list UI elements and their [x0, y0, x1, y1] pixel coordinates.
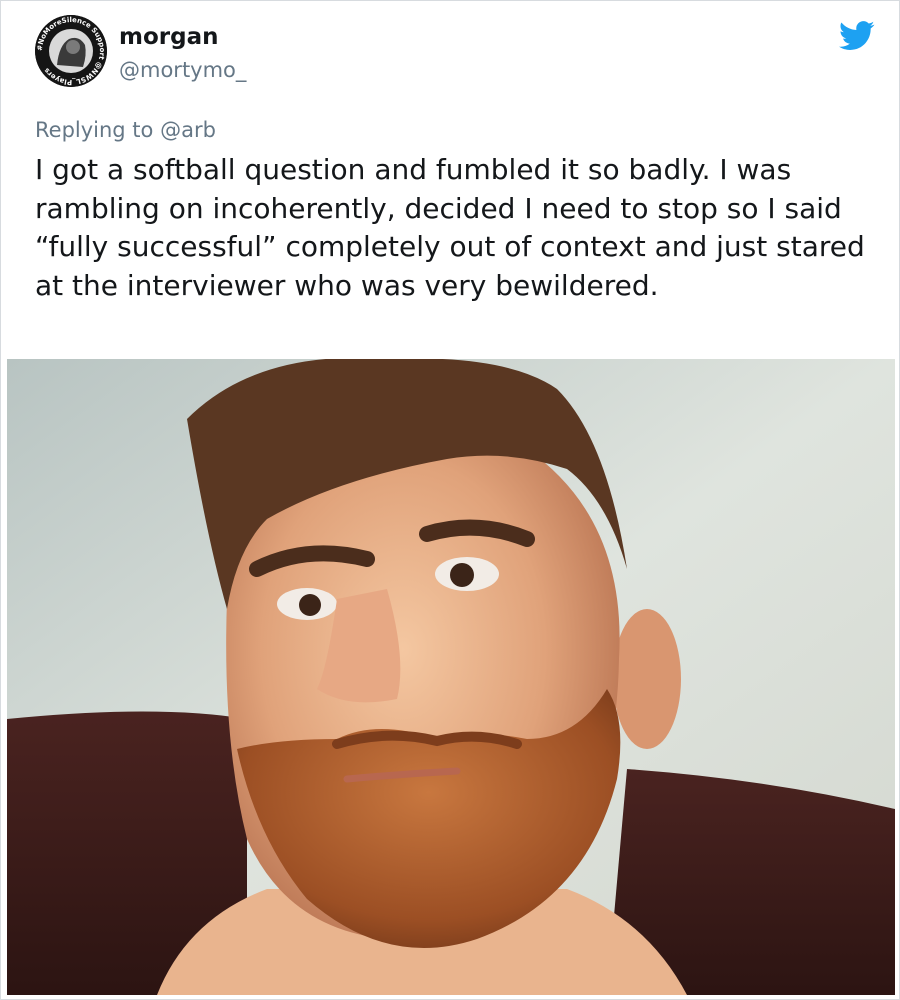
photo-image — [7, 359, 895, 995]
tweet-header: #NoMoreSilence Support @NWSL_Players mor… — [35, 15, 875, 105]
selfie-photo[interactable] — [7, 359, 895, 995]
reply-prefix: Replying to — [35, 118, 161, 142]
twitter-bird-icon[interactable] — [839, 21, 875, 51]
tweet-body: I got a softball question and fumbled it… — [35, 153, 865, 302]
avatar-image: #NoMoreSilence Support @NWSL_Players — [35, 15, 107, 87]
user-handle[interactable]: @mortymo_ — [119, 55, 246, 85]
reply-to-handle[interactable]: @arb — [160, 118, 216, 142]
reply-context: Replying to @arb — [35, 115, 216, 145]
author-block: morgan @mortymo_ — [119, 23, 246, 85]
tweet-card: #NoMoreSilence Support @NWSL_Players mor… — [0, 0, 900, 1000]
display-name[interactable]: morgan — [119, 23, 246, 51]
avatar[interactable]: #NoMoreSilence Support @NWSL_Players — [35, 15, 107, 87]
